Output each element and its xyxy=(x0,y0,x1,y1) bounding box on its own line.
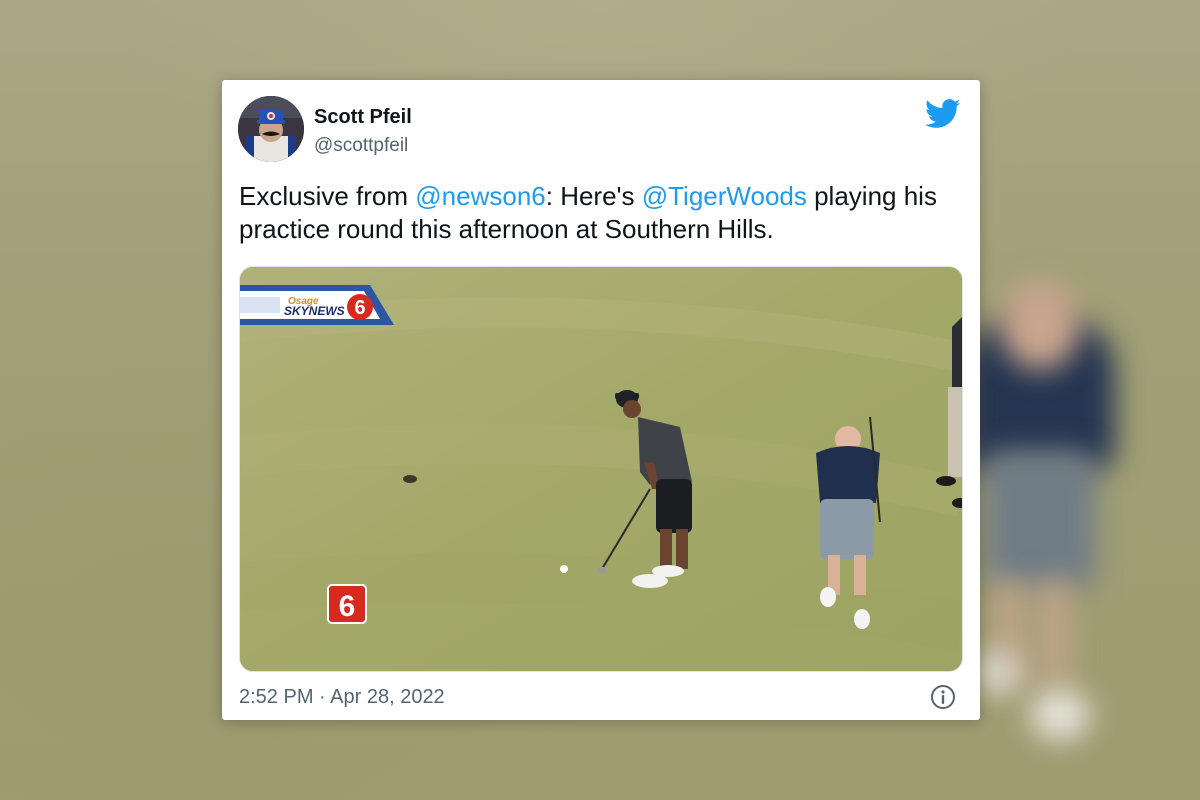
tweet-text-prefix: Exclusive from xyxy=(239,181,416,211)
mention-link[interactable]: @newson6 xyxy=(415,181,545,211)
tweet-text: Exclusive from @newson6: Here's @TigerWo… xyxy=(239,180,959,246)
avatar-image xyxy=(238,96,304,162)
tweet-media-video[interactable]: Osage SKYNEWS 6 6 xyxy=(239,266,963,672)
tweet-card: Scott Pfeil @scottpfeil Exclusive from @… xyxy=(222,80,980,720)
golf-hole xyxy=(403,475,417,483)
author-name[interactable]: Scott Pfeil xyxy=(314,106,412,129)
blurred-person-shorts xyxy=(985,450,1095,590)
blurred-person-head xyxy=(1000,280,1080,370)
info-icon[interactable] xyxy=(930,684,956,710)
avatar[interactable] xyxy=(238,96,304,162)
golf-scene: Osage SKYNEWS 6 6 xyxy=(240,267,962,671)
blurred-person-shoe xyxy=(1030,690,1090,740)
golf-ball xyxy=(560,565,568,573)
mention-link[interactable]: @TigerWoods xyxy=(642,181,807,211)
channel-number-text: 6 xyxy=(354,297,365,319)
watermark-number-text: 6 xyxy=(339,590,356,623)
tweet-text-middle: : Here's xyxy=(545,181,642,211)
author-handle[interactable]: @scottpfeil xyxy=(314,135,408,157)
blurred-person-leg xyxy=(1040,580,1070,690)
skynews-brand-text: SKYNEWS xyxy=(284,304,345,318)
twitter-bird-icon[interactable] xyxy=(925,99,961,129)
blurred-person-shoe xyxy=(975,650,1020,695)
channel-6-watermark: 6 xyxy=(327,584,367,624)
tweet-timestamp[interactable]: 2:52 PM · Apr 28, 2022 xyxy=(239,686,445,709)
